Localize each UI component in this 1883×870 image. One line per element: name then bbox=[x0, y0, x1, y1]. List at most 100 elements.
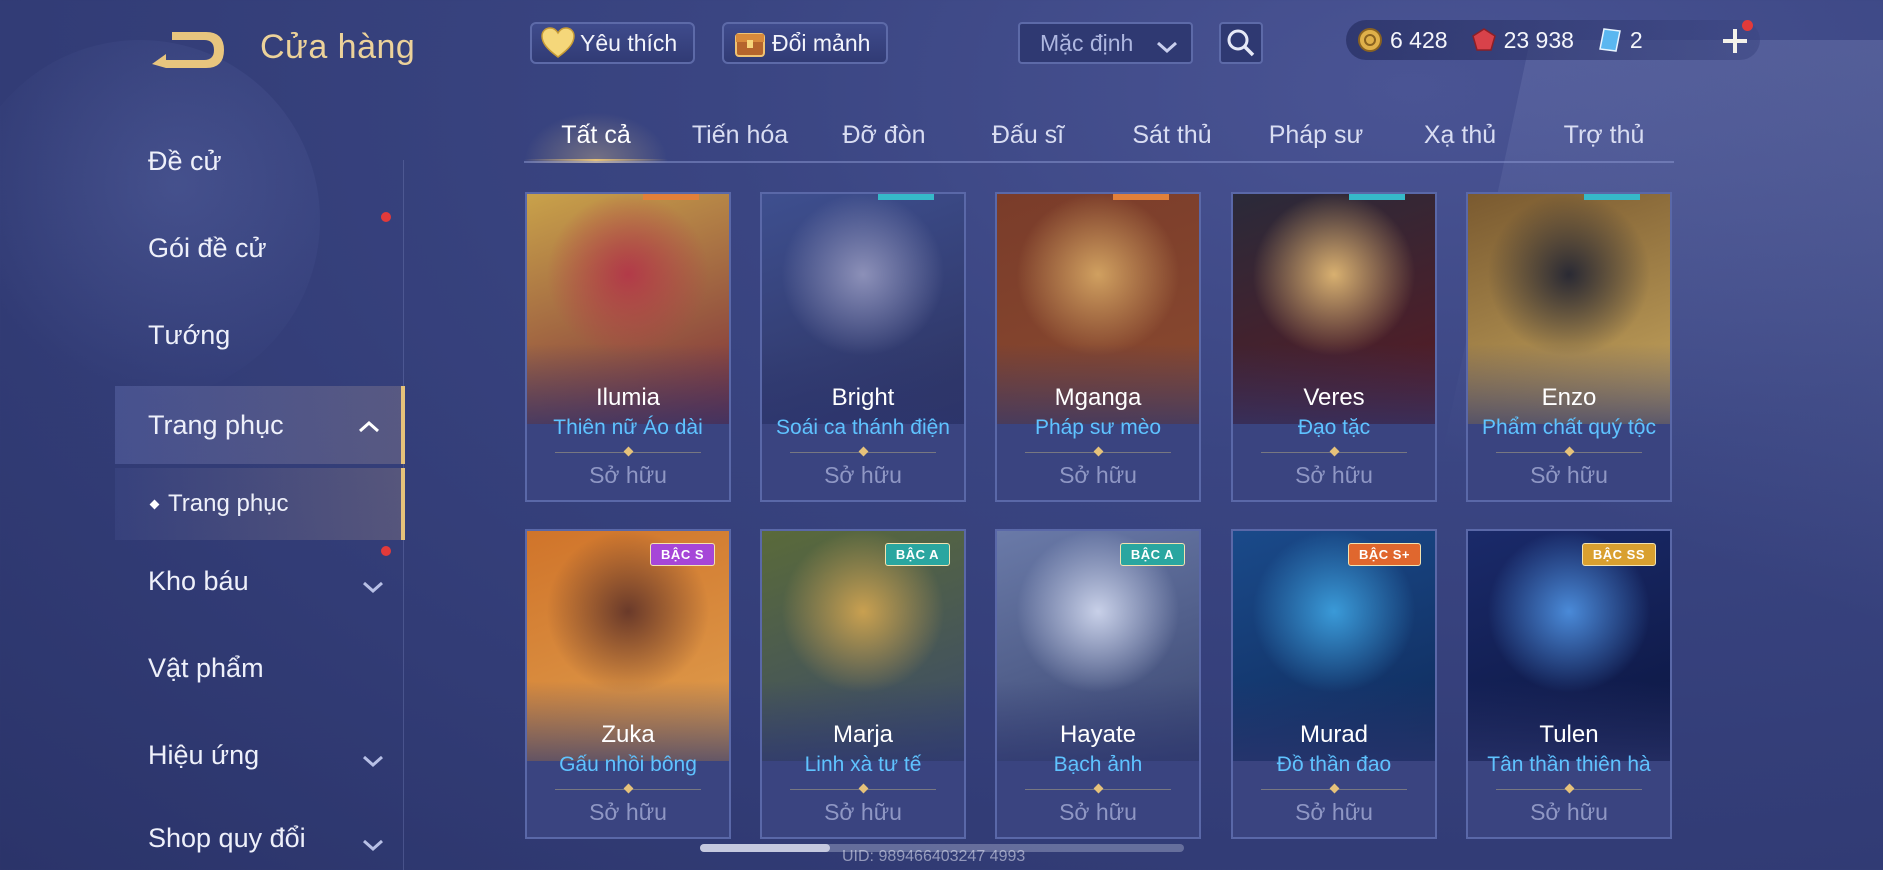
rank-tab-marker bbox=[878, 194, 934, 200]
sidebar-subitem-skins[interactable]: Trang phục bbox=[115, 468, 405, 540]
tab-marksman[interactable]: Xạ thủ bbox=[1388, 112, 1532, 160]
gem-value: 23 938 bbox=[1503, 26, 1574, 53]
chevron-down-icon bbox=[361, 829, 385, 860]
sidebar-item-label: Tướng bbox=[148, 319, 231, 350]
skin-card[interactable]: Veres Đạo tặc Sở hữu bbox=[1231, 192, 1437, 502]
notification-dot bbox=[381, 546, 391, 556]
sidebar-item-label: Trang phục bbox=[148, 409, 284, 440]
bullet-diamond-icon bbox=[149, 499, 160, 509]
skin-card[interactable]: Hayate Bạch ảnh Sở hữu BẬC A bbox=[995, 529, 1201, 839]
notification-dot bbox=[1742, 20, 1753, 31]
skin-name: Tân thần thiên hà bbox=[1487, 753, 1651, 776]
heart-icon bbox=[540, 25, 576, 61]
sidebar-subitem-label: Trang phục bbox=[168, 490, 289, 517]
skin-name: Phẩm chất quý tộc bbox=[1482, 416, 1656, 439]
gem-currency: 23 938 bbox=[1470, 26, 1574, 54]
skin-name: Đồ thần đao bbox=[1276, 753, 1392, 776]
skin-name: Bạch ảnh bbox=[1053, 753, 1143, 776]
tier-badge: BẬC SS bbox=[1581, 543, 1656, 566]
hero-name: Tulen bbox=[1539, 721, 1599, 748]
skin-card[interactable]: Ilumia Thiên nữ Áo dài Sở hữu bbox=[525, 192, 731, 502]
role-tabs: Tất cả Tiến hóa Đỡ đòn Đấu sĩ Sát thủ Ph… bbox=[524, 112, 1674, 164]
skin-card[interactable]: Bright Soái ca thánh điện Sở hữu bbox=[760, 192, 966, 502]
sidebar-item-recommended[interactable]: Đề cử bbox=[115, 126, 405, 196]
tier-badge: BẬC S bbox=[650, 543, 715, 566]
gold-currency: 6 428 bbox=[1356, 26, 1448, 54]
skin-name: Đạo tặc bbox=[1297, 416, 1371, 439]
hero-name: Zuka bbox=[601, 721, 655, 748]
back-button[interactable] bbox=[148, 26, 230, 72]
skin-card[interactable]: Enzo Phẩm chất quý tộc Sở hữu bbox=[1466, 192, 1672, 502]
skin-card[interactable]: Zuka Gấu nhồi bông Sở hữu BẬC S bbox=[525, 529, 731, 839]
red-gem-icon bbox=[1470, 26, 1498, 54]
sidebar-item-label: Hiệu ứng bbox=[148, 739, 260, 770]
sidebar-item-heroes[interactable]: Tướng bbox=[115, 300, 405, 370]
user-id: UID: 989466403247 4993 bbox=[842, 848, 1026, 865]
chest-icon bbox=[732, 25, 768, 61]
rank-tab-marker bbox=[1349, 194, 1405, 200]
skin-name: Linh xà tư tế bbox=[804, 753, 922, 776]
owned-status: Sở hữu bbox=[1530, 462, 1608, 488]
tier-badge: BẬC A bbox=[884, 543, 950, 566]
sidebar-item-label: Shop quy đổi bbox=[148, 822, 306, 853]
tab-fighter[interactable]: Đấu sĩ bbox=[956, 112, 1100, 160]
sidebar-item-effects[interactable]: Hiệu ứng bbox=[115, 720, 405, 790]
owned-status: Sở hữu bbox=[1059, 462, 1137, 488]
exchange-fragments-button[interactable]: Đổi mảnh bbox=[722, 22, 888, 64]
tier-badge: BẬC S+ bbox=[1347, 543, 1421, 566]
hero-name: Veres bbox=[1303, 384, 1365, 411]
tab-tank[interactable]: Đỡ đòn bbox=[812, 112, 956, 160]
sidebar-item-recommended-packs[interactable]: Gói đề cử bbox=[115, 213, 405, 283]
gold-value: 6 428 bbox=[1390, 26, 1448, 53]
tab-assassin[interactable]: Sát thủ bbox=[1100, 112, 1244, 160]
chevron-down-icon bbox=[361, 571, 385, 602]
tier-badge: BẬC A bbox=[1119, 543, 1185, 566]
scrollbar-thumb[interactable] bbox=[700, 844, 830, 852]
card-currency: 2 bbox=[1596, 26, 1643, 54]
rank-tab-marker bbox=[1584, 194, 1640, 200]
skin-card[interactable]: Tulen Tân thần thiên hà Sở hữu BẬC SS bbox=[1466, 529, 1672, 839]
sidebar-item-label: Vật phẩm bbox=[148, 652, 264, 683]
hero-name: Marja bbox=[832, 721, 893, 748]
exchange-fragments-label: Đổi mảnh bbox=[772, 29, 871, 56]
owned-status: Sở hữu bbox=[589, 462, 667, 488]
sidebar-item-skins[interactable]: Trang phục bbox=[115, 386, 405, 464]
tab-mage[interactable]: Pháp sư bbox=[1244, 112, 1388, 160]
card-value: 2 bbox=[1629, 26, 1643, 53]
sidebar-item-treasure[interactable]: Kho báu bbox=[115, 546, 405, 616]
currency-bar: 6 428 23 938 2 bbox=[1346, 20, 1760, 60]
tab-all[interactable]: Tất cả bbox=[524, 112, 668, 163]
tabs-underline bbox=[524, 161, 1674, 163]
blue-card-icon bbox=[1596, 26, 1624, 54]
tab-evolution[interactable]: Tiến hóa bbox=[668, 112, 812, 160]
sidebar-item-label: Gói đề cử bbox=[148, 232, 267, 263]
back-arrow-icon bbox=[152, 32, 224, 68]
hero-name: Bright bbox=[831, 384, 895, 411]
sidebar-item-exchange-shop[interactable]: Shop quy đổi bbox=[115, 807, 405, 869]
skin-card[interactable]: Murad Đồ thần đao Sở hữu BẬC S+ bbox=[1231, 529, 1437, 839]
rank-tab-marker bbox=[1113, 194, 1169, 200]
page-title: Cửa hàng bbox=[260, 28, 416, 66]
hero-name: Enzo bbox=[1541, 384, 1597, 411]
skin-name: Thiên nữ Áo dài bbox=[553, 416, 703, 439]
rank-tab-marker bbox=[643, 194, 699, 200]
skin-card[interactable]: Mganga Pháp sư mèo Sở hữu bbox=[995, 192, 1201, 502]
favorites-button[interactable]: Yêu thích bbox=[530, 22, 695, 64]
sort-select[interactable]: Mặc định bbox=[1018, 22, 1193, 64]
sidebar-item-label: Đề cử bbox=[148, 145, 222, 176]
tab-support[interactable]: Trợ thủ bbox=[1532, 112, 1676, 160]
skin-name: Pháp sư mèo bbox=[1034, 416, 1162, 439]
owned-status: Sở hữu bbox=[824, 462, 902, 488]
owned-status: Sở hữu bbox=[1059, 799, 1137, 825]
owned-status: Sở hữu bbox=[824, 799, 902, 825]
skin-card[interactable]: Marja Linh xà tư tế Sở hữu BẬC A bbox=[760, 529, 966, 839]
search-icon bbox=[1227, 29, 1255, 57]
hero-name: Mganga bbox=[1054, 384, 1142, 411]
search-button[interactable] bbox=[1219, 22, 1263, 64]
skin-name: Soái ca thánh điện bbox=[776, 416, 950, 439]
owned-status: Sở hữu bbox=[1295, 462, 1373, 488]
chevron-down-icon bbox=[361, 745, 385, 776]
hero-name: Murad bbox=[1299, 721, 1369, 748]
owned-status: Sở hữu bbox=[1295, 799, 1373, 825]
sidebar-item-items[interactable]: Vật phẩm bbox=[115, 633, 405, 703]
